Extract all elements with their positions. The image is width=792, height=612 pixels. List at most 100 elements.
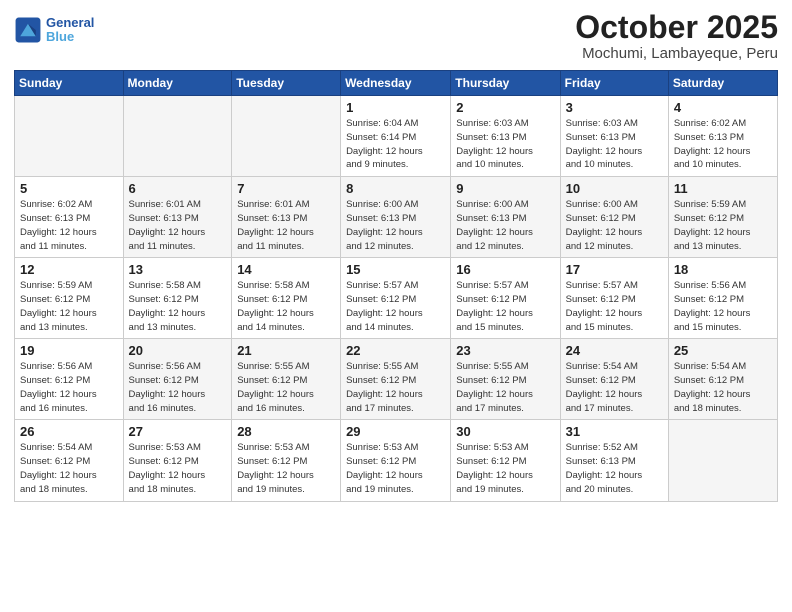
calendar-cell: 16 Sunrise: 5:57 AM Sunset: 6:12 PM Dayli… bbox=[451, 258, 560, 339]
day-number: 4 bbox=[674, 100, 772, 115]
day-info: Sunrise: 5:54 AM Sunset: 6:12 PM Dayligh… bbox=[674, 360, 772, 415]
day-number: 17 bbox=[566, 262, 663, 277]
day-number: 29 bbox=[346, 424, 445, 439]
weekday-header-monday: Monday bbox=[123, 71, 232, 96]
day-info: Sunrise: 5:57 AM Sunset: 6:12 PM Dayligh… bbox=[566, 279, 663, 334]
calendar-cell: 6 Sunrise: 6:01 AM Sunset: 6:13 PM Daylig… bbox=[123, 177, 232, 258]
calendar-week-row: 26 Sunrise: 5:54 AM Sunset: 6:12 PM Dayli… bbox=[15, 420, 778, 501]
day-number: 3 bbox=[566, 100, 663, 115]
day-info: Sunrise: 6:00 AM Sunset: 6:13 PM Dayligh… bbox=[456, 198, 554, 253]
calendar-cell: 17 Sunrise: 5:57 AM Sunset: 6:12 PM Dayli… bbox=[560, 258, 668, 339]
day-info: Sunrise: 5:57 AM Sunset: 6:12 PM Dayligh… bbox=[456, 279, 554, 334]
weekday-header-saturday: Saturday bbox=[668, 71, 777, 96]
day-info: Sunrise: 5:58 AM Sunset: 6:12 PM Dayligh… bbox=[129, 279, 227, 334]
calendar-cell: 1 Sunrise: 6:04 AM Sunset: 6:14 PM Daylig… bbox=[341, 96, 451, 177]
logo: General Blue bbox=[14, 16, 94, 45]
day-number: 25 bbox=[674, 343, 772, 358]
day-info: Sunrise: 6:04 AM Sunset: 6:14 PM Dayligh… bbox=[346, 117, 445, 172]
day-info: Sunrise: 5:57 AM Sunset: 6:12 PM Dayligh… bbox=[346, 279, 445, 334]
day-number: 5 bbox=[20, 181, 118, 196]
day-info: Sunrise: 6:00 AM Sunset: 6:13 PM Dayligh… bbox=[346, 198, 445, 253]
day-number: 30 bbox=[456, 424, 554, 439]
calendar-week-row: 19 Sunrise: 5:56 AM Sunset: 6:12 PM Dayli… bbox=[15, 339, 778, 420]
day-number: 19 bbox=[20, 343, 118, 358]
day-number: 7 bbox=[237, 181, 335, 196]
day-number: 6 bbox=[129, 181, 227, 196]
calendar-cell: 23 Sunrise: 5:55 AM Sunset: 6:12 PM Dayli… bbox=[451, 339, 560, 420]
day-info: Sunrise: 5:54 AM Sunset: 6:12 PM Dayligh… bbox=[566, 360, 663, 415]
day-info: Sunrise: 5:56 AM Sunset: 6:12 PM Dayligh… bbox=[129, 360, 227, 415]
weekday-header-friday: Friday bbox=[560, 71, 668, 96]
calendar-week-row: 1 Sunrise: 6:04 AM Sunset: 6:14 PM Daylig… bbox=[15, 96, 778, 177]
calendar-cell bbox=[232, 96, 341, 177]
day-number: 16 bbox=[456, 262, 554, 277]
calendar-cell: 27 Sunrise: 5:53 AM Sunset: 6:12 PM Dayli… bbox=[123, 420, 232, 501]
calendar-cell: 3 Sunrise: 6:03 AM Sunset: 6:13 PM Daylig… bbox=[560, 96, 668, 177]
calendar-cell: 24 Sunrise: 5:54 AM Sunset: 6:12 PM Dayli… bbox=[560, 339, 668, 420]
day-info: Sunrise: 5:55 AM Sunset: 6:12 PM Dayligh… bbox=[237, 360, 335, 415]
day-number: 28 bbox=[237, 424, 335, 439]
calendar-cell: 15 Sunrise: 5:57 AM Sunset: 6:12 PM Dayli… bbox=[341, 258, 451, 339]
title-block: October 2025 Mochumi, Lambayeque, Peru bbox=[575, 10, 778, 62]
calendar-cell: 7 Sunrise: 6:01 AM Sunset: 6:13 PM Daylig… bbox=[232, 177, 341, 258]
calendar-cell: 13Sunrise: 5:58 AM Sunset: 6:12 PM Dayli… bbox=[123, 258, 232, 339]
day-info: Sunrise: 5:53 AM Sunset: 6:12 PM Dayligh… bbox=[129, 441, 227, 496]
day-number: 15 bbox=[346, 262, 445, 277]
calendar-cell: 2Sunrise: 6:03 AM Sunset: 6:13 PM Daylig… bbox=[451, 96, 560, 177]
calendar-cell bbox=[15, 96, 124, 177]
calendar-subtitle: Mochumi, Lambayeque, Peru bbox=[575, 45, 778, 62]
day-info: Sunrise: 6:01 AM Sunset: 6:13 PM Dayligh… bbox=[129, 198, 227, 253]
calendar-cell: 20 Sunrise: 5:56 AM Sunset: 6:12 PM Dayli… bbox=[123, 339, 232, 420]
calendar-table: SundayMondayTuesdayWednesdayThursdayFrid… bbox=[14, 70, 778, 501]
calendar-cell: 18Sunrise: 5:56 AM Sunset: 6:12 PM Dayli… bbox=[668, 258, 777, 339]
calendar-cell: 9 Sunrise: 6:00 AM Sunset: 6:13 PM Daylig… bbox=[451, 177, 560, 258]
logo-icon bbox=[14, 16, 42, 44]
day-info: Sunrise: 6:03 AM Sunset: 6:13 PM Dayligh… bbox=[566, 117, 663, 172]
calendar-cell: 5 Sunrise: 6:02 AM Sunset: 6:13 PM Daylig… bbox=[15, 177, 124, 258]
day-info: Sunrise: 6:03 AM Sunset: 6:13 PM Dayligh… bbox=[456, 117, 554, 172]
calendar-cell: 25 Sunrise: 5:54 AM Sunset: 6:12 PM Dayli… bbox=[668, 339, 777, 420]
calendar-cell: 8Sunrise: 6:00 AM Sunset: 6:13 PM Daylig… bbox=[341, 177, 451, 258]
weekday-header-tuesday: Tuesday bbox=[232, 71, 341, 96]
day-info: Sunrise: 6:02 AM Sunset: 6:13 PM Dayligh… bbox=[20, 198, 118, 253]
calendar-cell: 22Sunrise: 5:55 AM Sunset: 6:12 PM Dayli… bbox=[341, 339, 451, 420]
header: General Blue October 2025 Mochumi, Lamba… bbox=[14, 10, 778, 62]
day-number: 12 bbox=[20, 262, 118, 277]
day-info: Sunrise: 5:56 AM Sunset: 6:12 PM Dayligh… bbox=[674, 279, 772, 334]
calendar-cell: 30 Sunrise: 5:53 AM Sunset: 6:12 PM Dayli… bbox=[451, 420, 560, 501]
day-info: Sunrise: 5:59 AM Sunset: 6:12 PM Dayligh… bbox=[674, 198, 772, 253]
day-number: 11 bbox=[674, 181, 772, 196]
day-number: 26 bbox=[20, 424, 118, 439]
day-number: 23 bbox=[456, 343, 554, 358]
day-number: 24 bbox=[566, 343, 663, 358]
day-info: Sunrise: 6:01 AM Sunset: 6:13 PM Dayligh… bbox=[237, 198, 335, 253]
page: General Blue October 2025 Mochumi, Lamba… bbox=[0, 0, 792, 612]
logo-text: General Blue bbox=[46, 16, 94, 45]
day-info: Sunrise: 5:55 AM Sunset: 6:12 PM Dayligh… bbox=[456, 360, 554, 415]
day-number: 1 bbox=[346, 100, 445, 115]
logo-line1: General bbox=[46, 16, 94, 30]
calendar-week-row: 5 Sunrise: 6:02 AM Sunset: 6:13 PM Daylig… bbox=[15, 177, 778, 258]
calendar-cell: 19Sunrise: 5:56 AM Sunset: 6:12 PM Dayli… bbox=[15, 339, 124, 420]
calendar-cell: 31 Sunrise: 5:52 AM Sunset: 6:13 PM Dayli… bbox=[560, 420, 668, 501]
day-info: Sunrise: 5:52 AM Sunset: 6:13 PM Dayligh… bbox=[566, 441, 663, 496]
day-number: 20 bbox=[129, 343, 227, 358]
day-number: 14 bbox=[237, 262, 335, 277]
calendar-cell: 14 Sunrise: 5:58 AM Sunset: 6:12 PM Dayli… bbox=[232, 258, 341, 339]
calendar-cell bbox=[668, 420, 777, 501]
calendar-cell: 4Sunrise: 6:02 AM Sunset: 6:13 PM Daylig… bbox=[668, 96, 777, 177]
day-info: Sunrise: 5:53 AM Sunset: 6:12 PM Dayligh… bbox=[456, 441, 554, 496]
day-info: Sunrise: 5:58 AM Sunset: 6:12 PM Dayligh… bbox=[237, 279, 335, 334]
calendar-cell: 21Sunrise: 5:55 AM Sunset: 6:12 PM Dayli… bbox=[232, 339, 341, 420]
day-number: 31 bbox=[566, 424, 663, 439]
calendar-cell: 11 Sunrise: 5:59 AM Sunset: 6:12 PM Dayli… bbox=[668, 177, 777, 258]
weekday-header-thursday: Thursday bbox=[451, 71, 560, 96]
day-number: 9 bbox=[456, 181, 554, 196]
day-info: Sunrise: 5:54 AM Sunset: 6:12 PM Dayligh… bbox=[20, 441, 118, 496]
weekday-header-row: SundayMondayTuesdayWednesdayThursdayFrid… bbox=[15, 71, 778, 96]
calendar-cell bbox=[123, 96, 232, 177]
calendar-title: October 2025 bbox=[575, 10, 778, 45]
day-number: 27 bbox=[129, 424, 227, 439]
logo-line2: Blue bbox=[46, 29, 74, 44]
calendar-week-row: 12Sunrise: 5:59 AM Sunset: 6:12 PM Dayli… bbox=[15, 258, 778, 339]
